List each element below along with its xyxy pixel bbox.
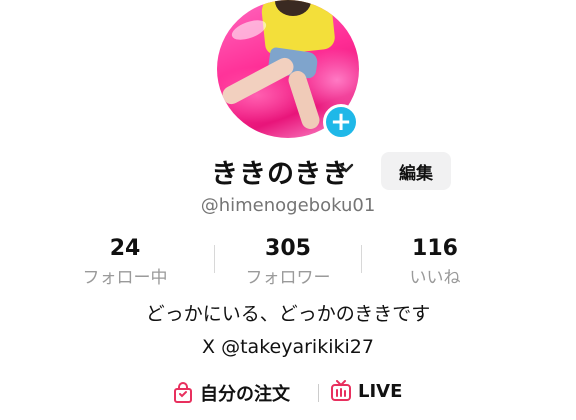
shopping-bag-icon xyxy=(172,382,194,404)
live-tv-icon xyxy=(330,380,352,402)
orders-link[interactable]: 自分の注文 xyxy=(172,380,290,406)
stat-following-value: 24 xyxy=(109,236,141,261)
stat-likes-value: 116 xyxy=(412,236,458,261)
stat-followers[interactable]: 305 フォロワー xyxy=(218,236,358,288)
add-story-button[interactable]: + xyxy=(323,104,359,140)
avatar-leg xyxy=(286,68,322,132)
orders-label: 自分の注文 xyxy=(200,384,290,405)
stat-likes[interactable]: 116 いいね xyxy=(365,236,505,288)
display-name[interactable]: ききのきき xyxy=(211,152,350,191)
stat-divider xyxy=(214,245,215,273)
username: @himenogeboku01 xyxy=(200,195,376,216)
stat-followers-value: 305 xyxy=(265,236,311,261)
stat-divider xyxy=(361,245,362,273)
plus-icon: + xyxy=(330,107,352,137)
stat-likes-label: いいね xyxy=(409,268,461,288)
stat-followers-label: フォロワー xyxy=(245,268,331,288)
stat-following-label: フォロー中 xyxy=(82,268,168,288)
live-link[interactable]: LIVE xyxy=(330,380,402,402)
avatar-leg xyxy=(219,54,297,108)
edit-profile-button[interactable]: 編集 xyxy=(381,152,451,190)
avatar-gloss xyxy=(229,16,269,44)
bio-text: どっかにいる、どっかのききです xyxy=(145,303,431,325)
links-divider xyxy=(318,384,319,402)
chevron-down-icon[interactable] xyxy=(338,158,354,179)
live-label: LIVE xyxy=(358,380,403,402)
stat-following[interactable]: 24 フォロー中 xyxy=(55,236,195,288)
bio-x-handle[interactable]: X @takeyarikiki27 xyxy=(0,336,576,358)
